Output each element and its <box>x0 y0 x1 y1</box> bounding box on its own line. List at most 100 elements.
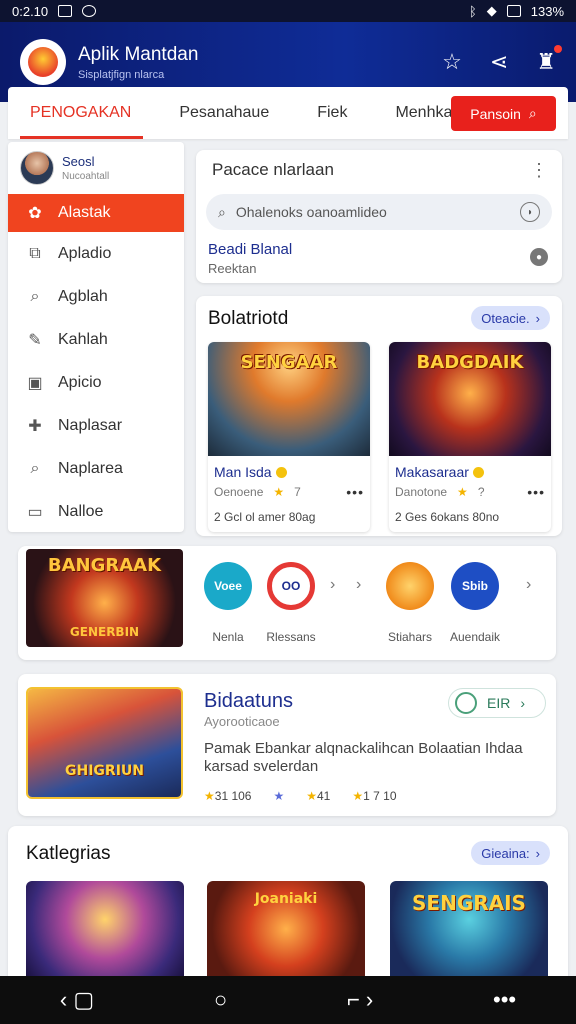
more-icon[interactable]: ••• <box>527 484 545 500</box>
chevron-right-icon[interactable]: › <box>356 576 361 594</box>
sidebar-item-apladio[interactable]: ⧉ Apladio <box>8 232 184 275</box>
logo-emblem-icon <box>28 47 58 77</box>
sidebar-item-label: Agblah <box>58 287 108 305</box>
game-rating: 7 <box>294 485 301 499</box>
game-card[interactable]: BADGDAIK Makasaraar Danotone ★? ••• 2 Ge… <box>389 342 551 532</box>
game-rating: ? <box>477 485 485 499</box>
sidebar-item-label: Naplasar <box>58 416 123 434</box>
app-badge: OO <box>281 579 301 593</box>
app-icon-rlessans[interactable]: OO <box>267 562 315 610</box>
tab-fiek[interactable]: Fiek <box>317 87 347 139</box>
star-icon: ★ <box>273 485 285 499</box>
app-logo[interactable] <box>20 39 66 85</box>
star-icon: ★ <box>457 485 468 499</box>
calendar-icon: ▣ <box>27 374 43 392</box>
game-card[interactable]: SENGAAR Man Isda Oenoene ★ 7 ••• 2 Gcl ol… <box>208 342 370 532</box>
star-icon[interactable]: ☆ <box>442 49 462 75</box>
voice-search-icon[interactable]: ◗ <box>520 202 540 222</box>
notification-bell-icon[interactable]: ♜ <box>536 45 562 75</box>
profile[interactable]: Seosl Nucoahtall <box>8 142 184 194</box>
category-art-title: SENGRAIS <box>412 891 526 915</box>
feature-ratings: ★31 106 ★ ★41 ★1 7 10 <box>204 789 397 803</box>
see-all-pill[interactable]: Gieaina: › <box>471 841 550 865</box>
sidebar-item-label: Nalloe <box>58 502 104 520</box>
system-nav-bar: ‹ ▢ ○ ⌐ › ••• <box>0 976 576 1024</box>
app-icon-stiahars[interactable] <box>386 562 434 610</box>
category-card[interactable]: Joaniaki <box>207 881 365 977</box>
progress-ring-icon <box>455 692 477 714</box>
sidebar-item-nalloe[interactable]: ▭ Nalloe <box>8 490 184 532</box>
search-icon: ⌕ <box>218 203 226 220</box>
folder-icon: ▭ <box>27 503 43 521</box>
sidebar-item-label: Alastak <box>58 204 111 221</box>
search-placeholder: Ohalenoks oanoamlideo <box>235 204 387 220</box>
feature-action-pill[interactable]: EIR › <box>448 688 546 718</box>
game-publisher: Oenoene <box>214 485 264 499</box>
sidebar-item-label: Kahlah <box>58 330 108 348</box>
feature-panel: GHIGRIUN Bidaatuns Ayorooticaoe EIR › Pa… <box>18 674 556 816</box>
promo-banner[interactable]: BANGRAAK GENERBIN <box>26 549 183 647</box>
home-icon[interactable]: ○ <box>214 987 227 1013</box>
more-icon[interactable]: ⋮ <box>530 160 548 181</box>
bluetooth-icon: ᛒ <box>468 3 477 19</box>
search-result-sub: Reektan <box>208 261 257 276</box>
search-icon: ⌕ <box>30 459 40 477</box>
see-more-pill[interactable]: Oteacie. › <box>471 306 550 330</box>
sidebar-item-label: Naplarea <box>58 459 123 477</box>
sidebar-item-agblah[interactable]: ⌕ Agblah <box>8 275 184 318</box>
more-icon[interactable]: ••• <box>346 484 364 500</box>
notification-badge <box>554 45 562 53</box>
avatar <box>20 151 54 185</box>
search-result-title[interactable]: Beadi Blanal <box>208 241 292 258</box>
share-icon[interactable]: ⋖ <box>490 49 508 75</box>
star-icon: ★ <box>352 789 364 803</box>
gear-icon: ✿ <box>28 205 42 222</box>
coin-icon <box>275 466 287 478</box>
apps-panel: BANGRAAK GENERBIN Voee Nenla OO Rlessans… <box>18 546 556 660</box>
search-input[interactable]: ⌕ Ohalenoks oanoamlideo ◗ <box>206 194 552 230</box>
feature-art[interactable]: GHIGRIUN <box>26 687 183 799</box>
category-card[interactable]: SENGRAIS <box>390 881 548 977</box>
tab-pesanahaue[interactable]: Pesanahaue <box>179 87 269 139</box>
star-icon: ★ <box>273 789 285 803</box>
sidebar-item-naplasar[interactable]: ✚ Naplasar <box>8 404 184 447</box>
pill-label: Gieaina: <box>481 845 530 861</box>
gamepad-icon: ✚ <box>28 417 42 435</box>
feature-title[interactable]: Bidaatuns <box>204 690 293 713</box>
sidebar-item-label: Apladio <box>58 244 112 262</box>
game-art: BADGDAIK <box>389 342 551 456</box>
sidebar-item-apicio[interactable]: ▣ Apicio <box>8 361 184 404</box>
sidebar-item-naplarea[interactable]: ⌕ Naplarea <box>8 447 184 490</box>
rating-value: 41 <box>317 789 331 803</box>
pencil-icon: ✎ <box>28 331 42 349</box>
game-publisher: Danotone <box>395 485 448 499</box>
app-icon-nenla[interactable]: Voee <box>204 562 252 610</box>
chevron-right-icon[interactable]: › <box>526 576 531 594</box>
promo-bottom: GENERBIN <box>69 625 140 639</box>
game-art: SENGAAR <box>208 342 370 456</box>
search-icon: ⌕ <box>528 105 537 121</box>
app-badge: Sbib <box>462 579 488 593</box>
feature-description: Pamak Ebankar alqnackalihcan Bolaatian I… <box>204 740 523 775</box>
game-art-title: BADGDAIK <box>416 352 524 373</box>
app-icon-auendaik[interactable]: Sbib <box>451 562 499 610</box>
app-title: Aplik Mantdan <box>78 43 199 65</box>
notification-icon <box>58 5 73 17</box>
game-stats: 2 Ges 6okans 80no <box>395 510 500 524</box>
app-label: Rlessans <box>266 630 316 644</box>
search-button[interactable]: Pansoin ⌕ <box>451 96 556 131</box>
sidebar-item-alastak[interactable]: ✿ Alastak <box>8 194 184 232</box>
alarm-icon <box>82 5 97 17</box>
tab-penogakan[interactable]: PENOGAKAN <box>19 87 144 139</box>
recents-icon[interactable]: ⌐ › <box>347 987 373 1013</box>
more-icon[interactable]: ••• <box>493 987 516 1013</box>
games-section-title: Bolatriotd <box>208 308 289 329</box>
chevron-right-icon[interactable]: › <box>330 576 335 594</box>
game-art-title: SENGAAR <box>240 352 338 373</box>
status-bar: 0:2.10 ᛒ ◆ 133% <box>0 0 576 22</box>
category-card[interactable] <box>26 881 184 977</box>
back-icon[interactable]: ‹ ▢ <box>60 987 94 1013</box>
sidebar-item-label: Apicio <box>58 373 102 391</box>
download-icon[interactable]: ● <box>530 248 548 266</box>
sidebar-item-kahlah[interactable]: ✎ Kahlah <box>8 318 184 361</box>
